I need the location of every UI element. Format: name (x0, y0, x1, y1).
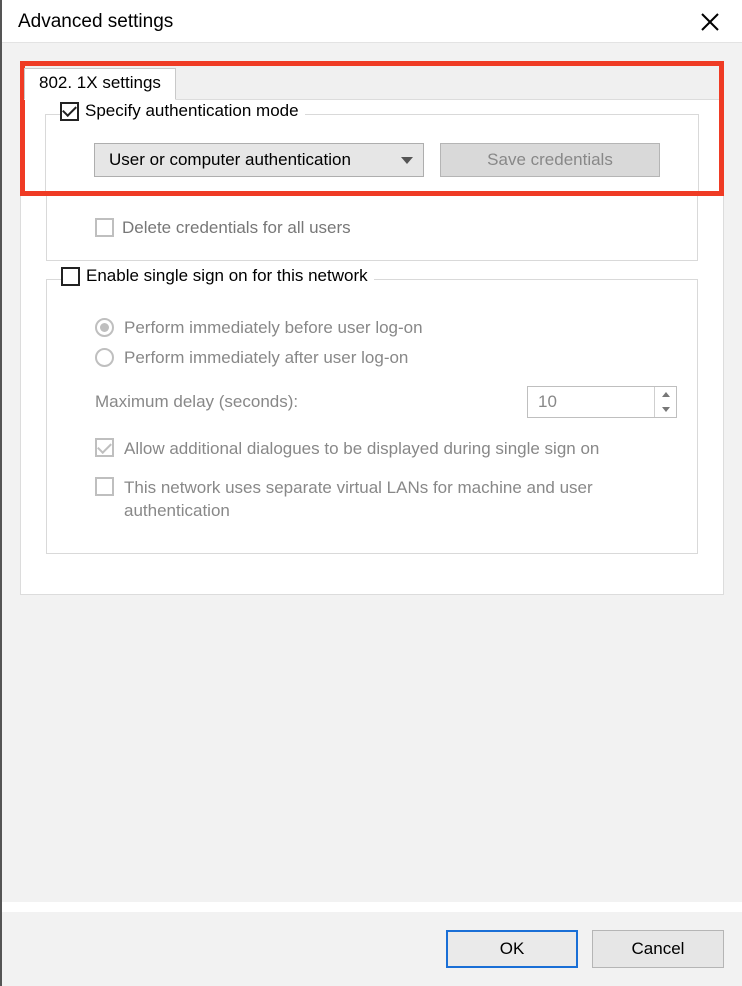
advanced-settings-dialog: Advanced settings 802. 1X settings Speci… (0, 0, 742, 986)
specify-auth-mode-label: Specify authentication mode (85, 101, 299, 121)
spinner-down-button[interactable] (655, 402, 676, 417)
window-title: Advanced settings (18, 11, 173, 33)
auth-mode-group-lower: Delete credentials for all users (46, 196, 698, 261)
auth-mode-dropdown[interactable]: User or computer authentication (94, 143, 424, 177)
auth-mode-dropdown-value: User or computer authentication (109, 150, 351, 170)
chevron-down-icon (401, 157, 413, 164)
max-delay-value[interactable]: 10 (528, 387, 654, 417)
save-credentials-button[interactable]: Save credentials (440, 143, 660, 177)
delete-credentials-label: Delete credentials for all users (122, 218, 351, 238)
highlight-overlay: 802. 1X settings Specify authentication … (20, 61, 724, 196)
sso-group: Enable single sign on for this network P… (46, 279, 698, 554)
dialog-footer: OK Cancel (2, 912, 742, 986)
auth-mode-group: Specify authentication mode User or comp… (45, 114, 699, 191)
tab-strip: 802. 1X settings (25, 66, 719, 100)
allow-dialogs-label: Allow additional dialogues to be display… (124, 438, 599, 461)
before-logon-label: Perform immediately before user log-on (124, 318, 423, 338)
specify-auth-mode-row[interactable]: Specify authentication mode (60, 101, 305, 121)
spinner-up-button[interactable] (655, 387, 676, 402)
max-delay-spinner[interactable]: 10 (527, 386, 677, 418)
tab-8021x-settings[interactable]: 802. 1X settings (24, 68, 176, 100)
cancel-button[interactable]: Cancel (592, 930, 724, 968)
before-logon-radio[interactable] (95, 318, 114, 337)
title-bar: Advanced settings (2, 0, 742, 42)
allow-dialogs-checkbox[interactable] (95, 438, 114, 457)
close-button[interactable] (696, 8, 724, 36)
ok-button[interactable]: OK (446, 930, 578, 968)
enable-sso-label: Enable single sign on for this network (86, 266, 368, 286)
dialog-content: 802. 1X settings Specify authentication … (2, 42, 742, 902)
enable-sso-row[interactable]: Enable single sign on for this network (61, 266, 374, 286)
delete-credentials-checkbox[interactable] (95, 218, 114, 237)
tab-panel-top: Specify authentication mode User or comp… (25, 114, 719, 191)
specify-auth-mode-checkbox[interactable] (60, 102, 79, 121)
separate-vlan-checkbox[interactable] (95, 477, 114, 496)
separate-vlan-label: This network uses separate virtual LANs … (124, 477, 644, 523)
max-delay-label: Maximum delay (seconds): (95, 392, 298, 412)
tab-panel-body: Delete credentials for all users Enable … (20, 196, 724, 595)
after-logon-label: Perform immediately after user log-on (124, 348, 408, 368)
after-logon-radio[interactable] (95, 348, 114, 367)
close-icon (700, 12, 720, 32)
enable-sso-checkbox[interactable] (61, 267, 80, 286)
